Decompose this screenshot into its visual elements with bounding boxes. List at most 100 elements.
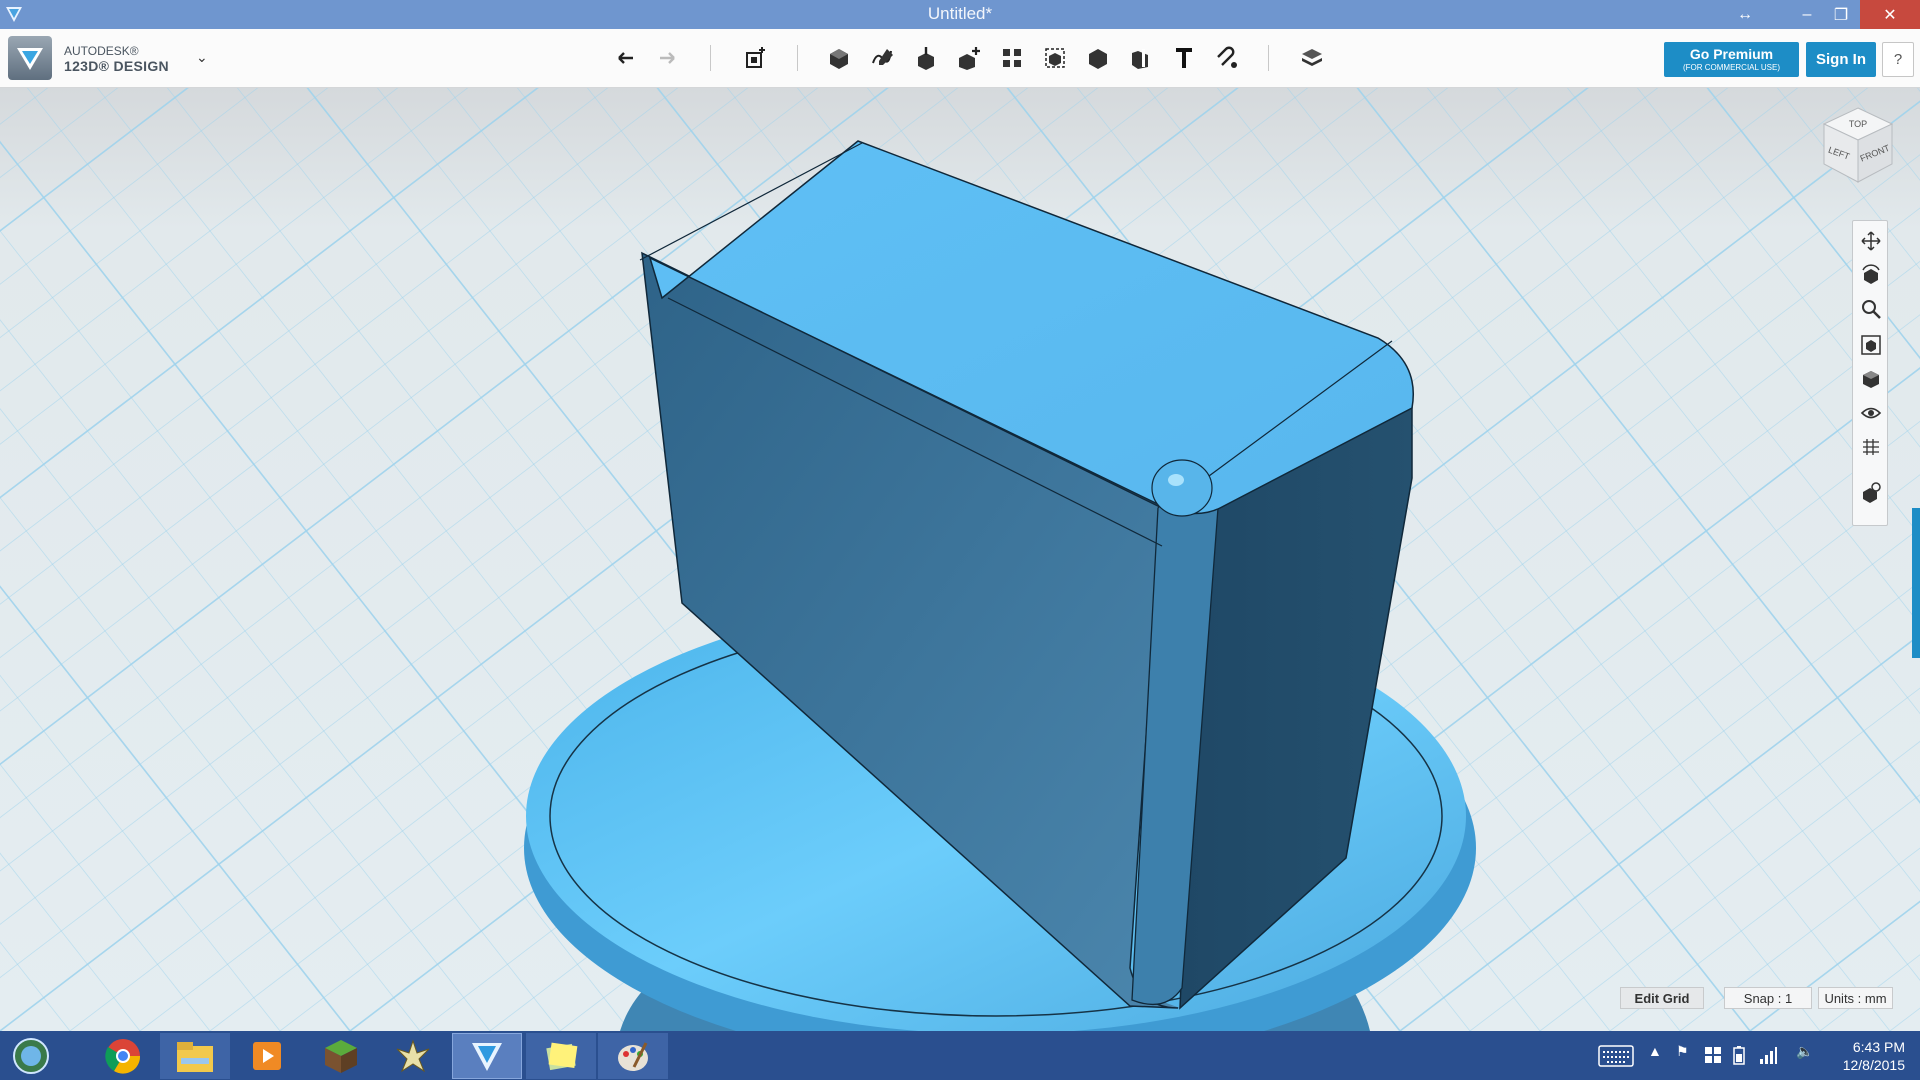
- taskbar-media-player[interactable]: [232, 1033, 302, 1079]
- taskbar-sticky-notes[interactable]: [526, 1033, 596, 1079]
- primitives-button[interactable]: [823, 43, 855, 73]
- sign-in-button[interactable]: Sign In: [1806, 42, 1876, 77]
- combine-button[interactable]: [1082, 43, 1114, 73]
- text-icon: [1176, 48, 1192, 68]
- volume-icon[interactable]: 🔈: [1796, 1043, 1813, 1060]
- toolbar-divider: [1268, 45, 1269, 71]
- title-bar: Untitled* ↔ – ❐ ✕: [0, 0, 1920, 29]
- undo-button[interactable]: [610, 43, 642, 73]
- box-corner-shape: [1151, 459, 1213, 517]
- premium-label: Go Premium: [1689, 46, 1774, 62]
- 123d-logo-icon[interactable]: [8, 36, 52, 80]
- materials-button[interactable]: [1859, 481, 1883, 505]
- toolbar-divider: [797, 45, 798, 71]
- sketch-icon: [872, 49, 893, 65]
- minecraft-icon: [325, 1040, 357, 1073]
- material-icon: [1302, 49, 1322, 66]
- app-menu-chevron-icon[interactable]: ⌄: [196, 49, 208, 66]
- start-button[interactable]: [0, 1033, 62, 1079]
- zoom-button[interactable]: [1859, 297, 1883, 321]
- grouping-button[interactable]: [1039, 43, 1071, 73]
- network-signal-icon[interactable]: [1758, 1045, 1778, 1065]
- sticky-notes-icon: [546, 1042, 578, 1071]
- edit-grid-button[interactable]: Edit Grid: [1620, 987, 1704, 1009]
- materials-icon: [1863, 482, 1881, 503]
- taskbar-paint[interactable]: [598, 1033, 668, 1079]
- side-panel-tab[interactable]: [1912, 508, 1920, 658]
- pattern-icon: [1003, 49, 1021, 67]
- redo-icon: [660, 52, 675, 64]
- clock-date: 12/8/2015: [1842, 1057, 1905, 1073]
- fit-button[interactable]: [1859, 333, 1883, 357]
- snap-icon: [1217, 46, 1237, 68]
- visibility-button[interactable]: [1859, 401, 1883, 425]
- close-button[interactable]: ✕: [1860, 0, 1920, 29]
- taskbar-game[interactable]: [378, 1033, 448, 1079]
- brand-line-2: 123D® DESIGN: [64, 58, 169, 74]
- snap-button[interactable]: [1211, 43, 1243, 73]
- material-button[interactable]: [1296, 43, 1328, 73]
- scene-canvas[interactable]: [0, 88, 1920, 1031]
- main-toolbar: AUTODESK® 123D® DESIGN ⌄ Go Premium (FOR…: [0, 29, 1920, 88]
- sketch-button[interactable]: [866, 43, 898, 73]
- maximize-button[interactable]: ❐: [1818, 0, 1864, 29]
- primitives-icon: [830, 49, 848, 69]
- orbit-icon: [1862, 264, 1880, 284]
- units-setting[interactable]: Units : mm: [1818, 987, 1893, 1009]
- grouping-icon: [1045, 48, 1065, 68]
- snap-setting[interactable]: Snap : 1: [1724, 987, 1812, 1009]
- brand-name: AUTODESK® 123D® DESIGN: [64, 44, 169, 74]
- window-title: Untitled*: [927, 4, 993, 23]
- redo-button[interactable]: [651, 43, 683, 73]
- game-icon: [396, 1039, 430, 1073]
- 123d-design-icon: [472, 1043, 502, 1071]
- text-button[interactable]: [1168, 43, 1200, 73]
- show-hidden-icons-icon[interactable]: ▲: [1648, 1043, 1662, 1059]
- view-cube[interactable]: TOP LEFT FRONT: [1818, 106, 1898, 186]
- grid-button[interactable]: [1859, 435, 1883, 459]
- construct-icon: [918, 47, 934, 70]
- system-clock[interactable]: 6:43 PM 12/8/2015: [1825, 1038, 1905, 1074]
- keyboard-icon[interactable]: [1598, 1045, 1634, 1067]
- 3d-viewport[interactable]: TOP LEFT FRONT Edit Grid Snap : 1 Units …: [0, 88, 1920, 1031]
- help-button[interactable]: ?: [1882, 42, 1914, 77]
- taskbar-minecraft[interactable]: [306, 1033, 376, 1079]
- go-premium-button[interactable]: Go Premium (FOR COMMERCIAL USE): [1664, 42, 1799, 77]
- pattern-button[interactable]: [996, 43, 1028, 73]
- view-icon: [1863, 371, 1879, 388]
- box-highlight-shape: [1168, 474, 1184, 486]
- zoom-icon: [1862, 300, 1881, 319]
- windows-taskbar: ▲ ⚑ 🔈 6:43 PM 12/8/2015: [0, 1031, 1920, 1080]
- measure-button[interactable]: [1125, 43, 1157, 73]
- view-button[interactable]: [1859, 367, 1883, 391]
- pan-button[interactable]: [1859, 229, 1883, 253]
- transform-button[interactable]: [739, 43, 771, 73]
- media-player-icon: [253, 1042, 281, 1070]
- combine-icon: [1089, 49, 1107, 69]
- chrome-icon: [105, 1039, 141, 1074]
- view-cube-top-label[interactable]: TOP: [1849, 119, 1867, 129]
- modify-icon: [959, 47, 980, 70]
- battery-icon[interactable]: [1730, 1045, 1748, 1065]
- orbit-button[interactable]: [1859, 263, 1883, 287]
- toolbar-divider: [710, 45, 711, 71]
- grid-icon: [1863, 439, 1879, 455]
- navigation-bar: [1852, 220, 1888, 526]
- pan-icon: [1861, 231, 1881, 251]
- measure-icon: [1132, 49, 1148, 69]
- taskbar-file-explorer[interactable]: [160, 1033, 230, 1079]
- transform-icon: [746, 47, 765, 68]
- action-center-flag-icon[interactable]: ⚑: [1676, 1043, 1689, 1060]
- taskbar-123d-design[interactable]: [452, 1033, 522, 1079]
- file-explorer-icon: [177, 1042, 213, 1072]
- premium-sublabel: (FOR COMMERCIAL USE): [1682, 63, 1781, 72]
- paint-icon: [618, 1042, 648, 1071]
- windows-logo-icon[interactable]: [1704, 1046, 1722, 1064]
- clock-time: 6:43 PM: [1852, 1039, 1905, 1055]
- taskbar-chrome[interactable]: [88, 1033, 158, 1079]
- construct-button[interactable]: [910, 43, 942, 73]
- visibility-icon: [1860, 407, 1882, 419]
- undo-icon: [618, 52, 633, 64]
- restore-size-button[interactable]: ↔: [1722, 0, 1768, 29]
- modify-button[interactable]: [953, 43, 985, 73]
